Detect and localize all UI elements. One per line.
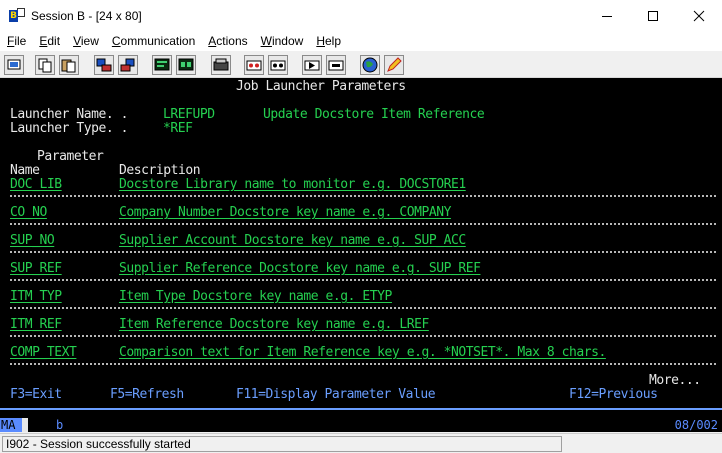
column-header-name: Name bbox=[10, 163, 40, 178]
column-header-description: Description bbox=[119, 163, 201, 178]
play-macro-icon bbox=[304, 60, 320, 71]
menu-actions[interactable]: Actions bbox=[201, 31, 253, 51]
settings-icon bbox=[213, 58, 229, 71]
row-separator bbox=[10, 335, 716, 337]
display-button[interactable] bbox=[152, 55, 172, 75]
menu-view[interactable]: View bbox=[66, 31, 105, 51]
launcher-name-label: Launcher Name. . bbox=[10, 107, 136, 122]
globe-button[interactable] bbox=[360, 55, 380, 75]
play-macro-button[interactable] bbox=[302, 55, 322, 75]
paste-icon bbox=[61, 59, 76, 73]
keyboard-icon bbox=[178, 58, 194, 71]
paste-button[interactable] bbox=[59, 55, 79, 75]
parameter-name-input[interactable]: DOC_LIB bbox=[10, 178, 62, 192]
window-title: Session B - [24 x 80] bbox=[31, 8, 142, 23]
launcher-type-label: Launcher Type. . bbox=[10, 121, 136, 136]
receive-file-icon bbox=[120, 58, 135, 72]
parameter-name-input[interactable]: SUP_NO bbox=[10, 234, 55, 248]
parameter-name-input[interactable]: CO_NO bbox=[10, 206, 47, 220]
row-separator bbox=[10, 279, 716, 281]
cursor-position: 08/002 bbox=[674, 418, 718, 432]
launcher-name-value: LREFUPD bbox=[163, 107, 215, 122]
parameter-description-input[interactable]: Supplier Reference Docstore key name e.g… bbox=[119, 262, 481, 276]
row-separator bbox=[10, 195, 716, 197]
keyboard-button[interactable] bbox=[176, 55, 196, 75]
launcher-description: Update Docstore Item Reference bbox=[263, 107, 485, 122]
row-separator bbox=[10, 363, 716, 365]
parameter-description-input[interactable]: Supplier Account Docstore key name e.g. … bbox=[119, 234, 466, 248]
copy-icon bbox=[38, 58, 52, 73]
operator-information-area: MA b 08/002 bbox=[0, 418, 722, 432]
status-bar: I902 - Session successfully started bbox=[0, 433, 722, 453]
print-screen-icon bbox=[7, 59, 21, 70]
screen-title: Job Launcher Parameters bbox=[236, 79, 406, 94]
macro-list-button[interactable] bbox=[326, 55, 346, 75]
send-file-button[interactable] bbox=[94, 55, 114, 75]
copy-button[interactable] bbox=[35, 55, 55, 75]
parameter-name-input[interactable]: COMP_TEXT bbox=[10, 346, 77, 360]
menu-file[interactable]: File bbox=[0, 31, 32, 51]
toolbar bbox=[0, 52, 722, 78]
f3-exit-key[interactable]: F3=Exit bbox=[10, 388, 62, 402]
more-indicator: More... bbox=[649, 373, 701, 388]
row-separator bbox=[10, 307, 716, 309]
send-file-icon bbox=[96, 58, 112, 72]
stop-macro-icon bbox=[270, 60, 286, 71]
parameter-description-input[interactable]: Docstore Library name to monitor e.g. DO… bbox=[119, 178, 466, 192]
f5-refresh-key[interactable]: F5=Refresh bbox=[110, 388, 184, 402]
mode-indicator: MA bbox=[0, 418, 22, 432]
row-separator bbox=[10, 251, 716, 253]
receive-file-button[interactable] bbox=[118, 55, 138, 75]
close-icon bbox=[693, 10, 705, 21]
close-button[interactable] bbox=[676, 0, 722, 31]
parameter-description-input[interactable]: Company Number Docstore key name e.g. CO… bbox=[119, 206, 451, 220]
menu-help[interactable]: Help bbox=[309, 31, 347, 51]
menu-communication[interactable]: Communication bbox=[105, 31, 201, 51]
parameter-description-input[interactable]: Comparison text for Item Reference key e… bbox=[119, 346, 606, 360]
window-controls bbox=[584, 0, 722, 31]
parameter-name-input[interactable]: ITM_REF bbox=[10, 318, 62, 332]
menu-window[interactable]: Window bbox=[254, 31, 310, 51]
f12-previous-key[interactable]: F12=Previous bbox=[569, 388, 658, 402]
print-screen-button[interactable] bbox=[4, 55, 24, 75]
column-header-parameter: Parameter bbox=[37, 149, 104, 164]
display-icon bbox=[154, 58, 170, 71]
parameter-name-input[interactable]: ITM_TYP bbox=[10, 290, 62, 304]
minimize-button[interactable] bbox=[584, 0, 630, 31]
terminal-oia-separator bbox=[0, 408, 722, 410]
session-letter: b bbox=[56, 418, 64, 432]
stop-macro-button[interactable] bbox=[268, 55, 288, 75]
maximize-icon bbox=[648, 10, 658, 21]
pencil-button[interactable] bbox=[384, 55, 404, 75]
maximize-button[interactable] bbox=[630, 0, 676, 31]
minimize-icon bbox=[602, 15, 612, 17]
macro-list-icon bbox=[328, 60, 344, 71]
globe-icon bbox=[362, 57, 378, 73]
status-message: I902 - Session successfully started bbox=[2, 435, 562, 452]
row-separator bbox=[10, 223, 716, 225]
launcher-type-value: *REF bbox=[163, 121, 193, 136]
menu-bar: File Edit View Communication Actions Win… bbox=[0, 31, 722, 51]
f11-display-parameter-value-key[interactable]: F11=Display Parameter Value bbox=[236, 388, 436, 402]
pcomm-session-icon[interactable]: B bbox=[9, 7, 25, 24]
cursor-indicator bbox=[22, 418, 28, 432]
parameter-name-input[interactable]: SUP_REF bbox=[10, 262, 62, 276]
record-macro-button[interactable] bbox=[244, 55, 264, 75]
settings-button[interactable] bbox=[211, 55, 231, 75]
menu-edit[interactable]: Edit bbox=[32, 31, 66, 51]
terminal-screen[interactable]: Job Launcher Parameters Launcher Name. .… bbox=[0, 78, 722, 418]
parameter-description-input[interactable]: Item Reference Docstore key name e.g. LR… bbox=[119, 318, 429, 332]
title-bar: B Session B - [24 x 80] bbox=[0, 0, 722, 31]
pencil-icon bbox=[387, 57, 402, 72]
parameter-description-input[interactable]: Item Type Docstore key name e.g. ETYP bbox=[119, 290, 392, 304]
record-macro-icon bbox=[246, 60, 262, 71]
